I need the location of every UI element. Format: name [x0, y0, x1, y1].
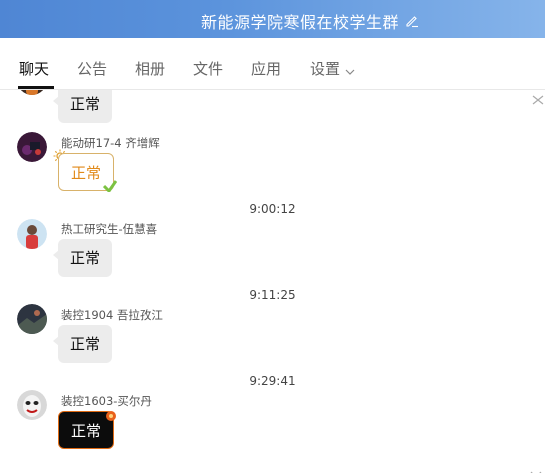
message-text: 正常 [70, 335, 101, 353]
tab-bar: 聊天 公告 相册 文件 应用 设置 [0, 38, 545, 90]
message-bubble[interactable]: 正常 [52, 90, 113, 123]
tab-settings-label: 设置 [310, 60, 341, 78]
active-tab-indicator [18, 86, 54, 89]
message-bubble[interactable]: 正常 [52, 239, 113, 277]
message-text: 正常 [71, 422, 102, 440]
person-avatar-icon[interactable] [17, 219, 47, 249]
chevron-down-icon [345, 61, 355, 79]
sender-name: 能动研17-4 齐增辉 [61, 136, 160, 150]
edit-icon[interactable] [405, 14, 419, 28]
message-text: 正常 [70, 95, 101, 113]
group-title: 新能源学院寒假在校学生群 [200, 13, 399, 32]
timestamp: 9:00:12 [249, 202, 296, 216]
leaf-badge-icon [102, 177, 118, 196]
tab-chat[interactable]: 聊天 [19, 58, 49, 79]
flame-badge-icon [105, 407, 117, 426]
message-bubble[interactable]: 正常 [52, 325, 113, 363]
tab-settings[interactable]: 设置 [310, 58, 355, 79]
timestamp: 9:29:41 [249, 374, 296, 388]
landscape-avatar-icon[interactable] [17, 304, 47, 334]
message-text: 正常 [70, 249, 101, 267]
tab-apps[interactable]: 应用 [251, 58, 281, 79]
title-bar: 新能源学院寒假在校学生群 [0, 0, 545, 38]
dark-avatar-icon[interactable] [17, 132, 47, 162]
title-group: 新能源学院寒假在校学生群 [201, 9, 419, 33]
tab-files[interactable]: 文件 [193, 58, 223, 79]
sender-name: 装控1904 吾拉孜江 [61, 308, 163, 322]
sender-name: 热工研究生-伍慧喜 [61, 222, 158, 236]
timestamp: 9:11:25 [249, 288, 296, 302]
tab-album[interactable]: 相册 [135, 58, 165, 79]
tab-announcements[interactable]: 公告 [77, 58, 107, 79]
avatar[interactable] [17, 90, 47, 95]
message-text: 正常 [71, 164, 102, 182]
mask-avatar-icon[interactable] [17, 390, 47, 420]
chat-area[interactable]: 正常 能动研17-4 齐增辉 正常 9:00:12 热工研究生-伍慧喜 正常 9… [0, 90, 545, 473]
scroll-down-icon[interactable] [529, 464, 543, 473]
collapse-icon[interactable] [531, 90, 545, 105]
